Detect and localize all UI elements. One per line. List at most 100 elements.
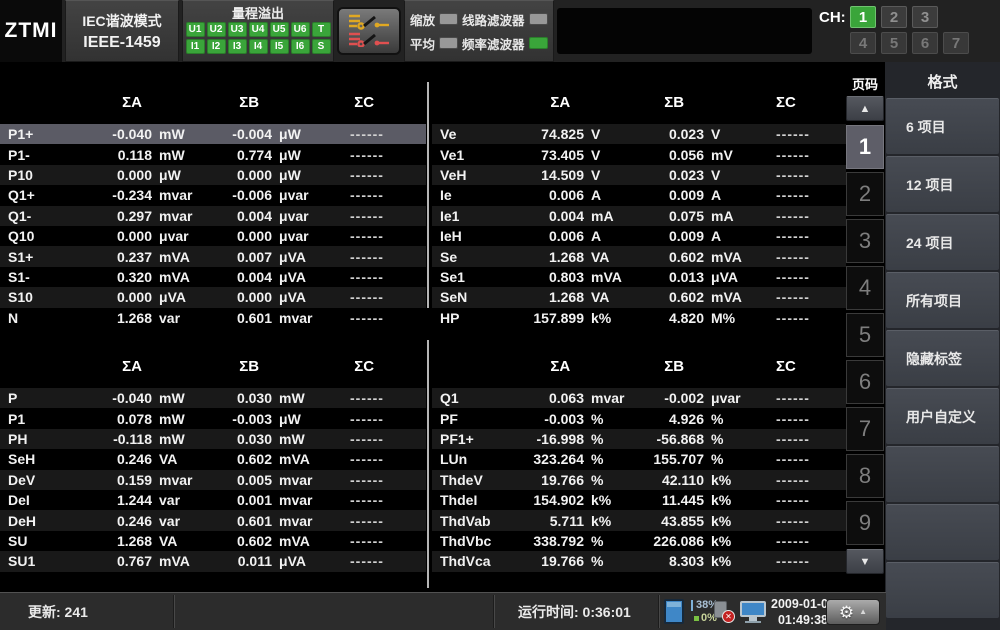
table-row-PH[interactable]: PH-0.118mW0.030mW------ bbox=[0, 429, 426, 449]
wiring-settings-button[interactable] bbox=[337, 7, 401, 55]
channel-7-button[interactable]: 7 bbox=[943, 32, 969, 54]
channel-6-button[interactable]: 6 bbox=[912, 32, 938, 54]
table-row-DeH[interactable]: DeH0.246var0.601mvar------ bbox=[0, 510, 426, 530]
page-5-button[interactable]: 5 bbox=[846, 313, 884, 357]
param-name: Se bbox=[432, 249, 520, 265]
page-down-button[interactable]: ▼ bbox=[846, 549, 884, 574]
usb-error-badge-icon: ✕ bbox=[722, 610, 735, 623]
table-row-P10[interactable]: P100.000μW0.000μW------ bbox=[0, 165, 426, 185]
freq-filter-toggle[interactable] bbox=[529, 37, 548, 49]
page-6-button[interactable]: 6 bbox=[846, 360, 884, 404]
format-button-empty[interactable] bbox=[886, 504, 999, 560]
table-row-ThdeI[interactable]: ThdeI154.902k%11.445k%------ bbox=[432, 490, 846, 510]
overload-indicator-u1: U1 bbox=[186, 22, 205, 37]
format-button-5[interactable]: 隐藏标签 bbox=[886, 330, 999, 386]
param-name: SU bbox=[0, 533, 88, 549]
unit-sigma-a: A bbox=[584, 228, 642, 244]
average-toggle[interactable] bbox=[439, 37, 458, 49]
value-sigma-c: ------ bbox=[762, 451, 846, 467]
table-row-SU[interactable]: SU1.268VA0.602mVA------ bbox=[0, 531, 426, 551]
table-row-ThdeV[interactable]: ThdeV19.766%42.110k%------ bbox=[432, 470, 846, 490]
table-row-P1[interactable]: P10.078mW-0.003μW------ bbox=[0, 408, 426, 428]
table-row-Ie1[interactable]: Ie10.004mA0.075mA------ bbox=[432, 206, 846, 226]
scrollbar-top[interactable] bbox=[427, 82, 429, 308]
format-button-3[interactable]: 24 项目 bbox=[886, 214, 999, 270]
table-row-Se1[interactable]: Se10.803mVA0.013μVA------ bbox=[432, 267, 846, 287]
table-row-Q1[interactable]: Q10.063mvar-0.002μvar------ bbox=[432, 388, 846, 408]
table-row-DeV[interactable]: DeV0.159mvar0.005mvar------ bbox=[0, 470, 426, 490]
param-name: Q1 bbox=[432, 390, 520, 406]
table-row-Q1-[interactable]: Q1-0.297mvar0.004μvar------ bbox=[0, 206, 426, 226]
value-sigma-c: ------ bbox=[330, 553, 426, 569]
table-row-PF[interactable]: PF-0.003%4.926%------ bbox=[432, 408, 846, 428]
page-8-button[interactable]: 8 bbox=[846, 454, 884, 498]
table-row-Ie[interactable]: Ie0.006A0.009A------ bbox=[432, 185, 846, 205]
table-row-P[interactable]: P-0.040mW0.030mW------ bbox=[0, 388, 426, 408]
table-row-IeH[interactable]: IeH0.006A0.009A------ bbox=[432, 226, 846, 246]
value-sigma-a: 1.268 bbox=[520, 249, 584, 265]
format-button-empty[interactable] bbox=[886, 562, 999, 618]
runtime-label: 运行时间: 0:36:01 bbox=[518, 593, 631, 630]
format-button-1[interactable]: 6 项目 bbox=[886, 98, 999, 154]
channel-3-button[interactable]: 3 bbox=[912, 6, 938, 28]
table-row-SeH[interactable]: SeH0.246VA0.602mVA------ bbox=[0, 449, 426, 469]
table-row-HP[interactable]: HP157.899k%4.820M%------ bbox=[432, 308, 846, 328]
value-sigma-a: 74.825 bbox=[520, 126, 584, 142]
page-1-button[interactable]: 1 bbox=[846, 125, 884, 169]
table-row-S10[interactable]: S100.000μVA0.000μVA------ bbox=[0, 287, 426, 307]
table-row-Q1+[interactable]: Q1+-0.234mvar-0.006μvar------ bbox=[0, 185, 426, 205]
unit-sigma-a: % bbox=[584, 431, 642, 447]
table-row-PF1+[interactable]: PF1+-16.998%-56.868%------ bbox=[432, 429, 846, 449]
table-row-ThdVbc[interactable]: ThdVbc338.792%226.086k%------ bbox=[432, 531, 846, 551]
settings-gear-button[interactable]: ⚙ ▲ bbox=[826, 599, 880, 625]
unit-sigma-a: % bbox=[584, 553, 642, 569]
unit-sigma-b: A bbox=[704, 187, 762, 203]
table-row-Q10[interactable]: Q100.000μvar0.000μvar------ bbox=[0, 226, 426, 246]
unit-sigma-a: mVA bbox=[152, 553, 210, 569]
unit-sigma-a: mW bbox=[152, 126, 210, 142]
channel-4-button[interactable]: 4 bbox=[850, 32, 876, 54]
param-name: PH bbox=[0, 431, 88, 447]
scrollbar-bottom[interactable] bbox=[427, 340, 429, 588]
format-button-empty[interactable] bbox=[886, 446, 999, 502]
page-up-button[interactable]: ▲ bbox=[846, 96, 884, 121]
table-row-ThdVab[interactable]: ThdVab5.711k%43.855k%------ bbox=[432, 510, 846, 530]
param-name: ThdeI bbox=[432, 492, 520, 508]
table-row-S1-[interactable]: S1-0.320mVA0.004μVA------ bbox=[0, 267, 426, 287]
channel-2-button[interactable]: 2 bbox=[881, 6, 907, 28]
table-row-ThdVca[interactable]: ThdVca19.766%8.303k%------ bbox=[432, 551, 846, 571]
page-4-button[interactable]: 4 bbox=[846, 266, 884, 310]
table-row-LUn[interactable]: LUn323.264%155.707%------ bbox=[432, 449, 846, 469]
value-sigma-c: ------ bbox=[330, 249, 426, 265]
channel-5-button[interactable]: 5 bbox=[881, 32, 907, 54]
format-button-6[interactable]: 用户自定义 bbox=[886, 388, 999, 444]
table-row-SU1[interactable]: SU10.767mVA0.011μVA------ bbox=[0, 551, 426, 571]
table-row-DeI[interactable]: DeI1.244var0.001mvar------ bbox=[0, 490, 426, 510]
value-sigma-b: 0.601 bbox=[210, 310, 272, 326]
page-2-button[interactable]: 2 bbox=[846, 172, 884, 216]
channel-row-1: CH: 123 bbox=[819, 6, 1000, 28]
unit-sigma-b: μVA bbox=[272, 289, 330, 305]
unit-sigma-a: A bbox=[584, 187, 642, 203]
table-row-VeH[interactable]: VeH14.509V0.023V------ bbox=[432, 165, 846, 185]
table-row-P1+[interactable]: P1+-0.040mW-0.004μW------ bbox=[0, 124, 426, 144]
page-9-button[interactable]: 9 bbox=[846, 501, 884, 545]
format-button-2[interactable]: 12 项目 bbox=[886, 156, 999, 212]
page-7-button[interactable]: 7 bbox=[846, 407, 884, 451]
filter-panel: 缩放线路滤波器 平均频率滤波器 bbox=[404, 0, 554, 62]
line-filter-toggle[interactable] bbox=[529, 13, 548, 25]
table-row-Se[interactable]: Se1.268VA0.602mVA------ bbox=[432, 246, 846, 266]
table-row-N[interactable]: N1.268var0.601mvar------ bbox=[0, 308, 426, 328]
param-name: P1- bbox=[0, 147, 88, 163]
channel-1-button[interactable]: 1 bbox=[850, 6, 876, 28]
table-row-Ve1[interactable]: Ve173.405V0.056mV------ bbox=[432, 144, 846, 164]
value-sigma-a: 14.509 bbox=[520, 167, 584, 183]
unit-sigma-b: μVA bbox=[272, 553, 330, 569]
page-3-button[interactable]: 3 bbox=[846, 219, 884, 263]
format-button-4[interactable]: 所有项目 bbox=[886, 272, 999, 328]
table-row-Ve[interactable]: Ve74.825V0.023V------ bbox=[432, 124, 846, 144]
table-row-S1+[interactable]: S1+0.237mVA0.007μVA------ bbox=[0, 246, 426, 266]
zoom-toggle[interactable] bbox=[439, 13, 458, 25]
table-row-SeN[interactable]: SeN1.268VA0.602mVA------ bbox=[432, 287, 846, 307]
table-row-P1-[interactable]: P1-0.118mW0.774μW------ bbox=[0, 144, 426, 164]
